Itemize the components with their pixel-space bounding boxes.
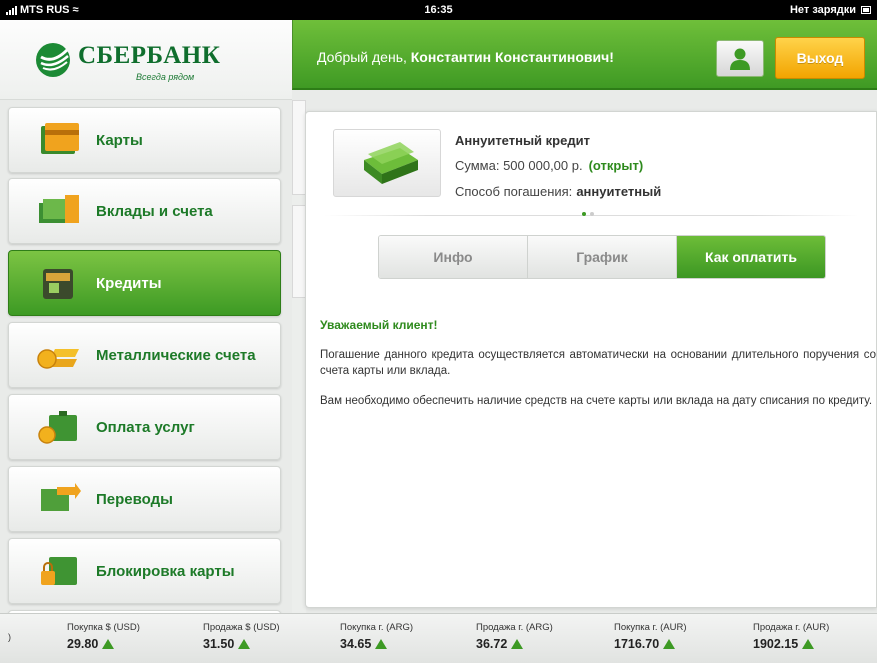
status-bar: MTS RUS ≈ 16:35 Нет зарядки xyxy=(0,0,877,20)
sidebar-item-cards[interactable]: Карты xyxy=(8,107,281,173)
tab-how-to-pay[interactable]: Как оплатить xyxy=(677,236,825,278)
status-bar-left: MTS RUS ≈ xyxy=(6,4,79,16)
ticker-lead: ) xyxy=(8,632,11,642)
sidebar-item-label: Оплата услуг xyxy=(96,418,195,436)
ticker-label: Покупка г. (AUR) xyxy=(614,622,687,633)
product-sum-label: Сумма: 500 000,00 р. xyxy=(455,158,583,173)
user-name: Константин Константинович! xyxy=(410,49,614,65)
gold-bars-icon xyxy=(37,349,79,369)
profile-button[interactable] xyxy=(716,40,764,77)
arrow-up-icon xyxy=(663,639,676,649)
product-status: (открыт) xyxy=(588,158,644,173)
page-dot xyxy=(590,212,594,216)
wifi-icon: ≈ xyxy=(72,4,79,16)
product-method: Способ погашения: аннуитетный xyxy=(455,184,661,199)
product-title: Аннуитетный кредит xyxy=(455,133,590,148)
carrier-name: MTS RUS xyxy=(20,4,70,16)
tab-schedule[interactable]: График xyxy=(528,236,677,278)
currency-ticker: ) Покупка $ (USD) 29.80 Продажа $ (USD) … xyxy=(0,613,877,663)
product-sum: Сумма: 500 000,00 р. (открыт) xyxy=(455,158,643,173)
sidebar-item-label: Переводы xyxy=(96,490,173,508)
sidebar-item-payments[interactable]: Оплата услуг xyxy=(8,394,281,460)
charging-label: Нет зарядки xyxy=(789,4,856,16)
message-paragraph: Погашение данного кредита осуществляется… xyxy=(320,349,876,377)
ticker-value: 29.80 xyxy=(67,637,99,651)
arrow-up-icon xyxy=(511,639,524,649)
page-indicator[interactable] xyxy=(582,212,594,216)
sidebar-item-transfers[interactable]: Переводы xyxy=(8,466,281,532)
sidebar-item-label: Карты xyxy=(96,131,143,149)
ticker-value: 31.50 xyxy=(203,637,235,651)
ticker-item: Покупка $ (USD) 29.80 xyxy=(67,622,140,653)
sidebar-item-label: Металлические счета xyxy=(96,346,256,364)
arrow-up-icon xyxy=(375,639,388,649)
status-time: 16:35 xyxy=(424,4,453,16)
arrow-up-icon xyxy=(238,639,251,649)
stacked-panel-edge xyxy=(292,100,306,195)
signal-icon xyxy=(6,5,17,15)
battery-icon xyxy=(861,6,871,14)
sidebar-item-label: Кредиты xyxy=(96,274,162,292)
ticker-label: Покупка $ (USD) xyxy=(67,622,140,633)
header-bar: Добрый день, Константин Константинович! … xyxy=(292,20,877,90)
ticker-item: Покупка г. (ARG) 34.65 xyxy=(340,622,413,653)
ticker-item: Покупка г. (AUR) 1716.70 xyxy=(614,622,687,653)
ticker-value: 1716.70 xyxy=(614,637,660,651)
coin-case-icon xyxy=(38,411,77,444)
status-bar-right: Нет зарядки xyxy=(790,4,871,16)
sidebar-item-deposits[interactable]: Вклады и счета xyxy=(8,178,281,244)
sidebar-item-credits[interactable]: Кредиты xyxy=(8,250,281,316)
logo-name: СБЕРБАНК xyxy=(78,42,221,69)
tab-bar: Инфо График Как оплатить xyxy=(378,235,826,279)
ticker-item: Продажа г. (ARG) 36.72 xyxy=(476,622,553,653)
wallet-icon xyxy=(43,269,73,299)
card-icon xyxy=(41,123,79,154)
sidebar-item-label: Блокировка карты xyxy=(96,562,235,580)
sberbank-logo-icon xyxy=(36,43,70,77)
sidebar-item-label: Вклады и счета xyxy=(96,202,213,220)
sidebar-item-metal-accounts[interactable]: Металлические счета xyxy=(8,322,281,388)
product-method-label: Способ погашения: xyxy=(455,184,573,199)
logo-tagline: Всегда рядом xyxy=(136,72,195,82)
ticker-label: Продажа $ (USD) xyxy=(203,622,280,633)
greeting: Добрый день, Константин Константинович! xyxy=(317,49,614,65)
exit-button[interactable]: Выход xyxy=(775,37,865,79)
message-title: Уважаемый клиент! xyxy=(320,318,438,332)
ticker-label: Покупка г. (ARG) xyxy=(340,622,414,633)
product-image xyxy=(333,129,441,197)
greeting-prefix: Добрый день, xyxy=(317,49,407,65)
arrow-up-icon xyxy=(102,639,115,649)
transfer-icon xyxy=(41,483,81,511)
ticker-value: 36.72 xyxy=(476,637,508,651)
ticker-value: 34.65 xyxy=(340,637,372,651)
money-stack-icon xyxy=(364,142,418,184)
card-lock-icon xyxy=(41,557,77,585)
ticker-item: Продажа $ (USD) 31.50 xyxy=(203,622,280,653)
stacked-panel-edge xyxy=(292,205,306,298)
stacked-panels xyxy=(292,100,306,613)
logo-area: СБЕРБАНК Всегда рядом xyxy=(0,20,292,100)
sidebar: Карты Вклады и счета Кредиты Металлическ… xyxy=(0,100,292,613)
ticker-value: 1902.15 xyxy=(753,637,799,651)
tab-info[interactable]: Инфо xyxy=(379,236,528,278)
sidebar-item-card-block[interactable]: Блокировка карты xyxy=(8,538,281,604)
page-dot-active xyxy=(582,212,586,216)
product-method-value: аннуитетный xyxy=(576,184,662,199)
ticker-label: Продажа г. (ARG) xyxy=(476,622,553,633)
banknotes-icon xyxy=(39,195,79,223)
ticker-label: Продажа г. (AUR) xyxy=(753,622,830,633)
message-paragraph: Вам необходимо обеспечить наличие средст… xyxy=(320,395,873,407)
arrow-up-icon xyxy=(802,639,815,649)
content-panel: Аннуитетный кредит Сумма: 500 000,00 р. (… xyxy=(305,111,877,608)
user-icon xyxy=(730,48,750,70)
ticker-item: Продажа г. (AUR) 1902.15 xyxy=(753,622,829,653)
